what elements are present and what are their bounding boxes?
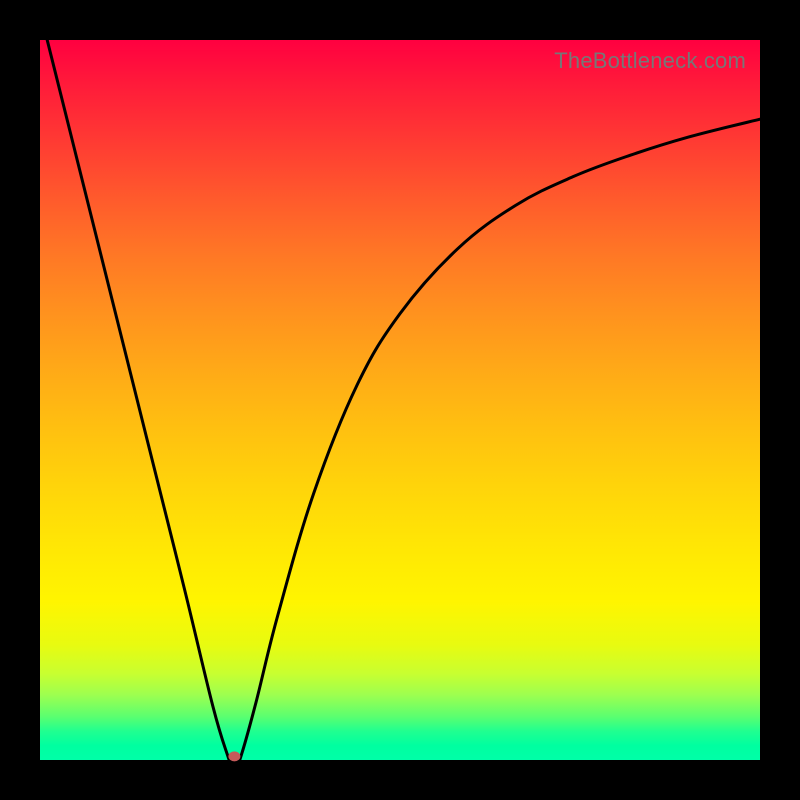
minimum-marker — [228, 751, 240, 761]
chart-frame: TheBottleneck.com — [0, 0, 800, 800]
bottleneck-curve — [47, 40, 760, 761]
curve-svg — [40, 40, 760, 760]
plot-area: TheBottleneck.com — [40, 40, 760, 760]
